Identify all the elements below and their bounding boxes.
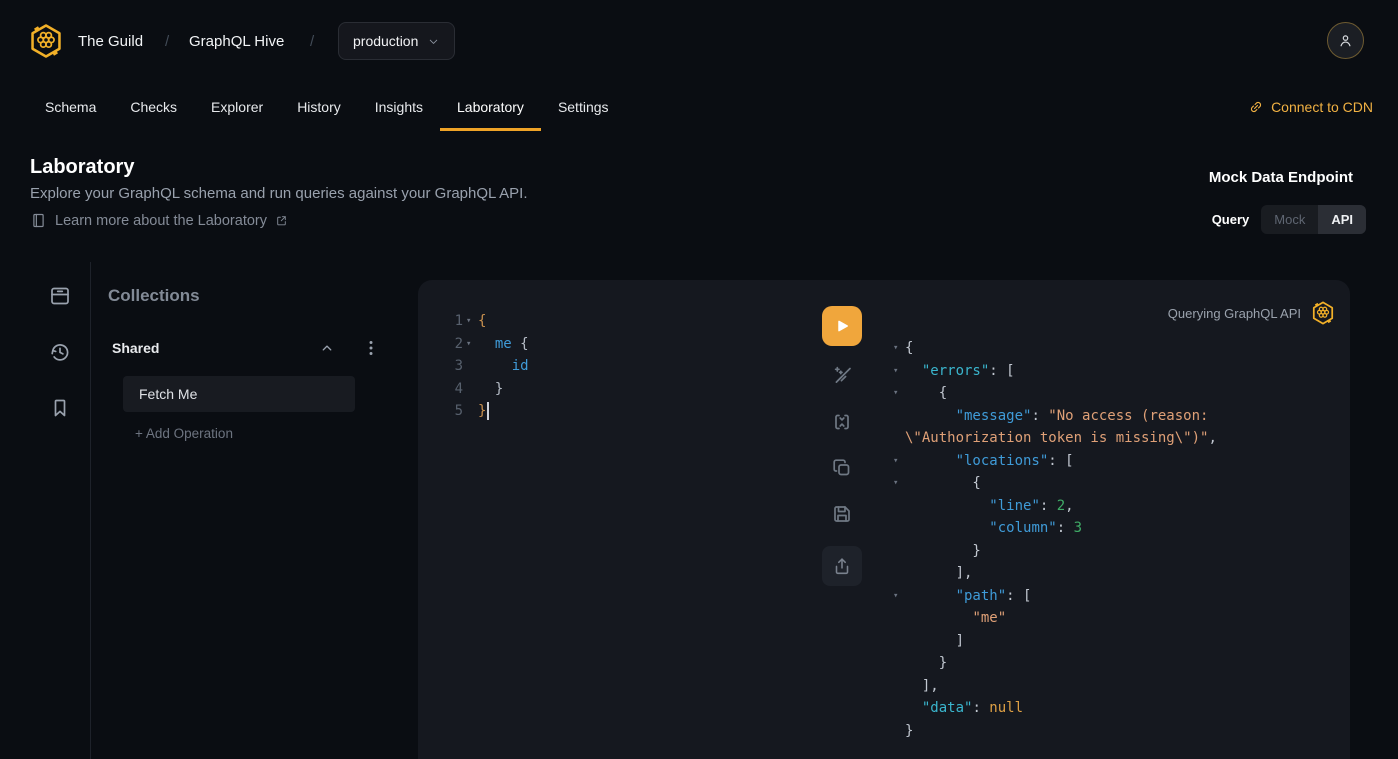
docs-box-icon <box>48 284 72 308</box>
tab-settings[interactable]: Settings <box>541 82 626 131</box>
breadcrumb-separator: / <box>165 0 169 82</box>
endpoint-status: Querying GraphQL API <box>1168 300 1336 326</box>
page-description: Explore your GraphQL schema and run quer… <box>30 185 528 202</box>
collection-group-shared[interactable]: Shared <box>112 337 378 359</box>
breadcrumb-org[interactable]: The Guild <box>78 0 143 82</box>
breadcrumb-separator: / <box>310 0 314 82</box>
endpoint-toggle-row: Query Mock API <box>1212 205 1366 234</box>
add-operation-button[interactable]: + Add Operation <box>135 426 233 441</box>
operation-item-fetch-me[interactable]: Fetch Me <box>123 376 355 412</box>
tab-checks[interactable]: Checks <box>113 82 194 131</box>
target-selector-value: production <box>353 33 418 49</box>
chevron-up-icon[interactable] <box>318 339 336 357</box>
book-icon <box>30 212 47 229</box>
endpoint-toggle: Mock API <box>1261 205 1366 234</box>
link-icon <box>1248 99 1264 115</box>
tab-explorer[interactable]: Explorer <box>194 82 280 131</box>
response-viewer: ▾{▾ "errors": [▾ { "message": "No access… <box>880 337 1354 742</box>
mock-endpoint-title: Mock Data Endpoint <box>1209 169 1353 186</box>
user-avatar[interactable] <box>1327 22 1364 59</box>
tab-schema[interactable]: Schema <box>28 82 113 131</box>
endpoint-status-label: Querying GraphQL API <box>1168 306 1301 321</box>
graphiql-panel: 1▾{2▾ me {3 id4 }5 } <box>418 280 1350 759</box>
operation-collections-icon[interactable] <box>48 284 72 308</box>
learn-more-link[interactable]: Learn more about the Laboratory <box>30 212 288 229</box>
play-icon <box>833 317 851 335</box>
prettify-icon[interactable] <box>830 364 854 388</box>
query-label: Query <box>1212 212 1250 227</box>
hive-logo-icon <box>1310 300 1336 326</box>
connect-to-cdn-label: Connect to CDN <box>1271 99 1373 115</box>
operation-name: Fetch Me <box>139 386 197 402</box>
page-title: Laboratory <box>30 156 134 179</box>
share-icon[interactable] <box>822 546 862 586</box>
sidebar-divider <box>90 262 91 759</box>
project-nav: Schema Checks Explorer History Insights … <box>0 82 1398 131</box>
collections-title: Collections <box>108 286 200 306</box>
bookmark-glyph-icon <box>48 396 72 420</box>
save-icon[interactable] <box>830 502 854 526</box>
history-clock-icon <box>48 340 72 364</box>
bookmark-icon[interactable] <box>48 396 72 420</box>
person-icon <box>1337 32 1354 49</box>
chevron-down-icon <box>427 35 440 48</box>
target-selector-dropdown[interactable]: production <box>338 22 455 60</box>
guild-hive-logo-icon[interactable] <box>27 22 65 60</box>
tab-laboratory[interactable]: Laboratory <box>440 82 541 131</box>
top-header: The Guild / GraphQL Hive / production <box>0 0 1398 82</box>
toggle-option-mock[interactable]: Mock <box>1261 205 1318 234</box>
execute-query-button[interactable] <box>822 306 862 346</box>
toggle-option-api[interactable]: API <box>1318 205 1366 234</box>
collection-group-label: Shared <box>112 340 318 356</box>
kebab-menu-icon[interactable] <box>364 339 378 357</box>
history-icon[interactable] <box>48 340 72 364</box>
merge-fragments-icon[interactable] <box>830 410 854 434</box>
breadcrumb-project[interactable]: GraphQL Hive <box>189 0 284 82</box>
tab-history[interactable]: History <box>280 82 358 131</box>
query-editor[interactable]: 1▾{2▾ me {3 id4 }5 } <box>418 280 813 759</box>
copy-query-icon[interactable] <box>830 456 854 480</box>
connect-to-cdn-link[interactable]: Connect to CDN <box>1248 82 1373 131</box>
external-link-icon <box>275 214 288 227</box>
learn-more-label: Learn more about the Laboratory <box>55 213 267 229</box>
tab-insights[interactable]: Insights <box>358 82 440 131</box>
